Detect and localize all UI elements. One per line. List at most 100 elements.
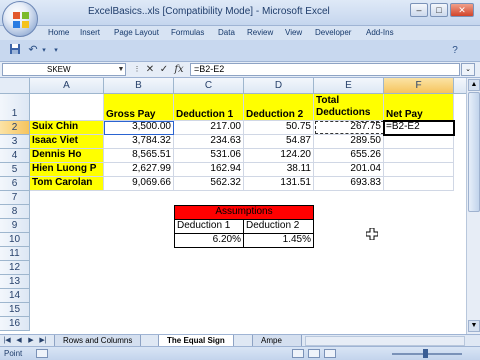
row-header-12[interactable]: 12 (0, 261, 30, 275)
vertical-scrollbar[interactable]: ▲ ▼ (466, 78, 480, 334)
gross-pay-cell[interactable]: 2,627.99 (104, 163, 174, 177)
undo-dropdown-icon[interactable]: ▾ (40, 43, 48, 58)
employee-name[interactable]: Tom Carolan (30, 177, 104, 191)
deduction-2-cell[interactable]: 50.75 (244, 121, 314, 135)
deduction-1-cell[interactable]: 562.32 (174, 177, 244, 191)
assumptions-header[interactable]: Assumptions (174, 205, 314, 220)
deduction-2-cell[interactable]: 131.51 (244, 177, 314, 191)
total-deductions-cell[interactable]: 289.50 (314, 135, 384, 149)
cell-a1[interactable] (30, 94, 104, 121)
assumption-label-deduction-1[interactable]: Deduction 1 (174, 219, 244, 234)
row-header-6[interactable]: 6 (0, 177, 30, 191)
tab-review[interactable]: Review (247, 28, 273, 37)
column-header-e[interactable]: E (314, 78, 384, 94)
page-layout-view-icon[interactable] (308, 349, 320, 358)
total-deductions-cell[interactable]: 201.04 (314, 163, 384, 177)
insert-function-button[interactable]: fx (172, 63, 186, 76)
employee-name[interactable]: Suix Chin (30, 121, 104, 135)
cancel-icon[interactable]: ✕ (144, 63, 156, 76)
net-pay-cell[interactable] (384, 177, 454, 191)
net-pay-cell[interactable] (384, 135, 454, 149)
scroll-thumb[interactable] (468, 92, 480, 212)
employee-name[interactable]: Hien Luong P (30, 163, 104, 177)
header-deduction-1[interactable]: Deduction 1 (174, 94, 244, 121)
minimize-button[interactable]: – (410, 3, 428, 17)
office-button[interactable] (2, 1, 38, 37)
page-break-view-icon[interactable] (324, 349, 336, 358)
row-header-11[interactable]: 11 (0, 247, 30, 261)
tab-view[interactable]: View (285, 28, 302, 37)
name-box-dropdown-icon[interactable]: ▼ (116, 63, 126, 76)
formula-input[interactable]: =B2-E2 (190, 63, 460, 76)
assumption-label-deduction-2[interactable]: Deduction 2 (243, 219, 314, 234)
row-header-2[interactable]: 2 (0, 121, 30, 135)
row-header-4[interactable]: 4 (0, 149, 30, 163)
select-all-corner[interactable] (0, 78, 30, 94)
scroll-down-icon[interactable]: ▼ (468, 320, 480, 332)
normal-view-icon[interactable] (292, 349, 304, 358)
net-pay-cell[interactable]: =B2-E2 (384, 121, 454, 135)
column-header-a[interactable]: A (30, 78, 104, 94)
deduction-1-cell[interactable]: 531.06 (174, 149, 244, 163)
row-header-8[interactable]: 8 (0, 205, 30, 219)
row-header-13[interactable]: 13 (0, 275, 30, 289)
total-deductions-cell[interactable]: 655.26 (314, 149, 384, 163)
row-header-16[interactable]: 16 (0, 317, 30, 331)
help-icon[interactable]: ? (448, 43, 462, 58)
deduction-2-cell[interactable]: 124.20 (244, 149, 314, 163)
scroll-up-icon[interactable]: ▲ (468, 79, 480, 91)
tab-data[interactable]: Data (218, 28, 235, 37)
row-header-7[interactable]: 7 (0, 191, 30, 205)
deduction-2-cell[interactable]: 38.11 (244, 163, 314, 177)
row-header-15[interactable]: 15 (0, 303, 30, 317)
header-net-pay[interactable]: Net Pay (384, 94, 454, 121)
close-button[interactable]: ✕ (450, 3, 474, 17)
gross-pay-cell[interactable]: 3,784.32 (104, 135, 174, 149)
tab-insert[interactable]: Insert (80, 28, 100, 37)
customize-toolbar-icon[interactable]: ▾ (52, 43, 60, 58)
row-header-5[interactable]: 5 (0, 163, 30, 177)
last-sheet-icon[interactable]: ▶| (38, 336, 48, 346)
row-header-3[interactable]: 3 (0, 135, 30, 149)
deduction-1-cell[interactable]: 217.00 (174, 121, 244, 135)
column-header-g[interactable] (454, 78, 466, 94)
save-icon[interactable] (8, 43, 22, 58)
tab-formulas[interactable]: Formulas (171, 28, 204, 37)
tab-page-layout[interactable]: Page Layout (114, 28, 159, 37)
gross-pay-cell[interactable]: 3,500.00 (104, 121, 174, 135)
tab-developer[interactable]: Developer (315, 28, 351, 37)
next-sheet-icon[interactable]: ▶ (26, 336, 36, 346)
total-deductions-cell[interactable]: 693.83 (314, 177, 384, 191)
column-header-c[interactable]: C (174, 78, 244, 94)
deduction-1-cell[interactable]: 234.63 (174, 135, 244, 149)
employee-name[interactable]: Dennis Ho (30, 149, 104, 163)
gross-pay-cell[interactable]: 8,565.51 (104, 149, 174, 163)
first-sheet-icon[interactable]: |◀ (2, 336, 12, 346)
gross-pay-cell[interactable]: 9,069.66 (104, 177, 174, 191)
row-header-14[interactable]: 14 (0, 289, 30, 303)
name-box[interactable]: SKEW (2, 63, 126, 76)
deduction-1-cell[interactable]: 162.94 (174, 163, 244, 177)
net-pay-cell[interactable] (384, 163, 454, 177)
zoom-slider-handle[interactable] (423, 349, 428, 358)
tab-add-ins[interactable]: Add-Ins (366, 28, 394, 37)
spreadsheet-grid[interactable]: A B C D E F 1 2 3 4 5 6 7 8 9 10 11 12 1… (0, 78, 466, 334)
row-header-9[interactable]: 9 (0, 219, 30, 233)
maximize-button[interactable]: □ (430, 3, 448, 17)
assumption-value-deduction-1[interactable]: 6.20% (174, 233, 244, 248)
undo-icon[interactable]: ↶ (26, 43, 40, 58)
deduction-2-cell[interactable]: 54.87 (244, 135, 314, 149)
row-header-10[interactable]: 10 (0, 233, 30, 247)
tab-home[interactable]: Home (48, 28, 69, 37)
macro-recording-icon[interactable] (36, 349, 48, 358)
header-total-deductions[interactable]: Total Deductions (314, 94, 384, 121)
employee-name[interactable]: Isaac Viet (30, 135, 104, 149)
row-header-1[interactable]: 1 (0, 94, 30, 121)
assumption-value-deduction-2[interactable]: 1.45% (243, 233, 314, 248)
header-gross-pay[interactable]: Gross Pay (104, 94, 174, 121)
net-pay-cell[interactable] (384, 149, 454, 163)
header-deduction-2[interactable]: Deduction 2 (244, 94, 314, 121)
column-header-b[interactable]: B (104, 78, 174, 94)
column-header-d[interactable]: D (244, 78, 314, 94)
enter-icon[interactable]: ✓ (158, 63, 170, 76)
